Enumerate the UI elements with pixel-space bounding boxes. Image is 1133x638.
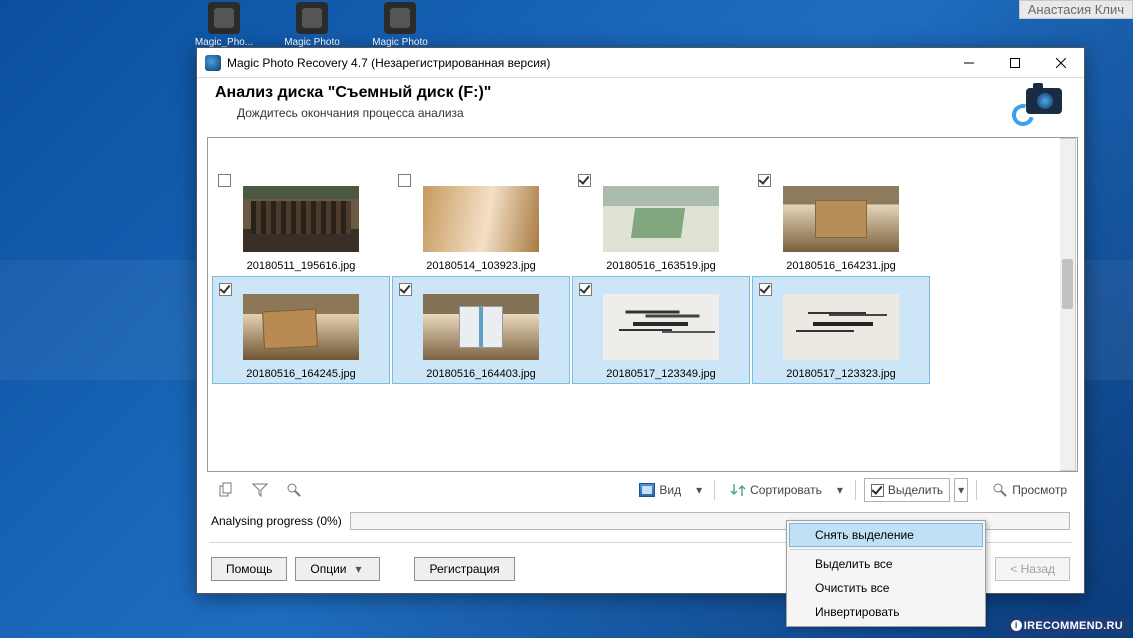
thumbnail-checkbox[interactable] [758,174,771,187]
gallery-toolbar: Вид ▾ Сортировать ▾ Выделить ▾ Просмотр [197,472,1084,508]
menu-item-invert[interactable]: Инвертировать [789,600,983,624]
wizard-header: Анализ диска "Съемный диск (F:)" Дождите… [197,78,1084,137]
select-button[interactable]: Выделить [864,478,950,502]
view-dropdown-arrow[interactable]: ▾ [692,478,706,502]
gallery-row: 20180511_195616.jpg 20180514_103923.jpg 20… [212,168,1075,276]
sort-label: Сортировать [750,483,822,497]
register-label: Регистрация [429,562,499,576]
thumbnail-cell[interactable]: 20180514_103019.jpg [752,142,930,168]
sort-button[interactable]: Сортировать [723,478,829,502]
minimize-button[interactable] [946,48,992,78]
preview-button[interactable]: Просмотр [985,478,1074,502]
copy-button[interactable] [211,478,241,502]
help-button[interactable]: Помощь [211,557,287,581]
view-icon [639,483,655,497]
thumbnail-gallery[interactable]: 20180514_103502.jpg 20180514_103022.jpg … [207,137,1078,472]
gallery-row: 20180514_103502.jpg 20180514_103022.jpg … [212,142,1075,168]
camera-recovery-icon [1012,84,1066,128]
thumbnail-image[interactable] [243,186,359,252]
progress-label: Analysing progress (0%) [211,514,342,528]
back-button[interactable]: < Назад [995,557,1070,581]
menu-item-clear-all[interactable]: Очистить все [789,576,983,600]
thumbnail-checkbox[interactable] [398,174,411,187]
help-label: Помощь [226,562,272,576]
page-title: Анализ диска "Съемный диск (F:)" [215,84,1004,102]
select-dropdown-arrow[interactable]: ▾ [954,478,968,502]
app-icon [205,55,221,71]
close-button[interactable] [1038,48,1084,78]
filename-label: 20180516_164245.jpg [216,368,386,380]
user-tag: Анастасия Клич [1019,0,1133,19]
back-label: < Назад [1010,562,1055,576]
thumbnail-checkbox[interactable] [219,283,232,296]
options-button[interactable]: Опции ▾ [295,557,380,581]
thumbnail-cell[interactable]: 20180516_164403.jpg [392,276,570,384]
filename-label: 20180514_103923.jpg [396,260,566,272]
menu-item-deselect[interactable]: Снять выделение [789,523,983,547]
options-label: Опции [310,562,346,576]
thumbnail-checkbox[interactable] [399,283,412,296]
filename-label: 20180511_195616.jpg [216,260,386,272]
thumbnail-checkbox[interactable] [218,174,231,187]
search-button[interactable] [279,478,309,502]
thumbnail-cell[interactable]: 20180517_123349.jpg [572,276,750,384]
thumbnail-cell[interactable]: 20180517_123323.jpg [752,276,930,384]
window-title: Magic Photo Recovery 4.7 (Незарегистриро… [227,56,550,70]
preview-label: Просмотр [1012,483,1067,497]
filename-label: 20180516_164231.jpg [756,260,926,272]
view-label: Вид [659,483,681,497]
thumbnail-cell[interactable]: 20180514_103022.jpg [392,142,570,168]
filename-label: 20180517_123349.jpg [576,368,746,380]
thumbnail-image[interactable] [603,294,719,360]
sort-dropdown-arrow[interactable]: ▾ [833,478,847,502]
checkbox-icon [871,484,884,497]
filename-label: 20180516_164403.jpg [396,368,566,380]
filter-button[interactable] [245,478,275,502]
thumbnail-cell[interactable]: 20180514_103923.jpg [392,168,570,276]
watermark: IRECOMMEND.RU [1006,617,1130,635]
register-button[interactable]: Регистрация [414,557,514,581]
view-button[interactable]: Вид [632,478,688,502]
filename-label: 20180516_163519.jpg [576,260,746,272]
select-dropdown-menu[interactable]: Снять выделение Выделить все Очистить вс… [786,520,986,627]
thumbnail-image[interactable] [783,294,899,360]
thumbnail-cell[interactable]: 20180516_164231.jpg [752,168,930,276]
maximize-button[interactable] [992,48,1038,78]
scrollbar-thumb[interactable] [1062,259,1073,309]
thumbnail-cell[interactable]: 20180516_163519.jpg [572,168,750,276]
gallery-row: 20180516_164245.jpg 20180516_164403.jpg 20… [212,276,1075,384]
thumbnail-checkbox[interactable] [579,283,592,296]
thumbnail-cell[interactable]: 20180514_103021.jpg [572,142,750,168]
thumbnail-image[interactable] [423,186,539,252]
thumbnail-cell[interactable]: 20180514_103502.jpg [212,142,390,168]
thumbnail-image[interactable] [603,186,719,252]
gallery-scrollbar[interactable] [1060,138,1076,471]
titlebar[interactable]: Magic Photo Recovery 4.7 (Незарегистриро… [197,48,1084,78]
thumbnail-image[interactable] [243,294,359,360]
app-window: Magic Photo Recovery 4.7 (Незарегистриро… [196,47,1085,594]
thumbnail-cell[interactable]: 20180516_164245.jpg [212,276,390,384]
thumbnail-checkbox[interactable] [759,283,772,296]
select-label: Выделить [888,483,943,497]
chevron-down-icon: ▾ [351,562,365,576]
filename-label: 20180517_123323.jpg [756,368,926,380]
thumbnail-image[interactable] [423,294,539,360]
thumbnail-checkbox[interactable] [578,174,591,187]
menu-item-select-all[interactable]: Выделить все [789,552,983,576]
thumbnail-image[interactable] [783,186,899,252]
thumbnail-cell[interactable]: 20180511_195616.jpg [212,168,390,276]
page-subtitle: Дождитесь окончания процесса анализа [237,106,1004,120]
